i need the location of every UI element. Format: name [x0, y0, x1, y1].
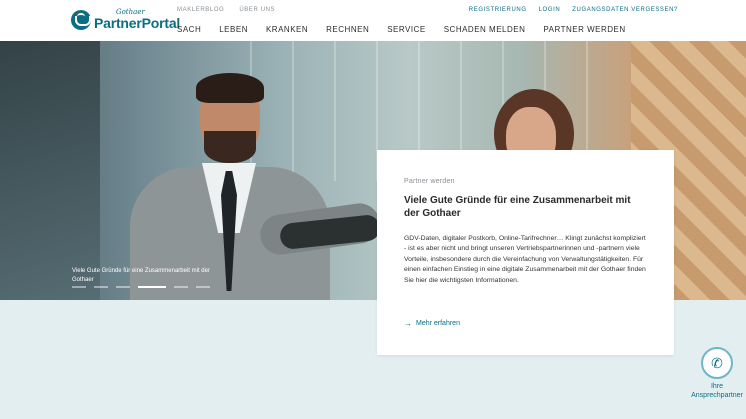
- slider-pagination: [72, 286, 210, 288]
- hero-photo-man: [90, 59, 383, 300]
- login-link[interactable]: LOGIN: [539, 7, 561, 13]
- nav-item-sach[interactable]: SACH: [177, 25, 201, 34]
- nav-item-rechnen[interactable]: RECHNEN: [326, 25, 369, 34]
- registrierung-link[interactable]: REGISTRIERUNG: [469, 7, 527, 13]
- slider-dot[interactable]: [174, 286, 188, 288]
- meta-nav-maklerblog[interactable]: MAKLERBLOG: [177, 7, 224, 13]
- arrow-right-icon: →: [404, 319, 412, 328]
- gothaer-logo-icon: [71, 9, 91, 30]
- contact-label-line1: Ihre: [710, 383, 724, 390]
- slider-dot[interactable]: [116, 286, 130, 288]
- card-body: GDV-Daten, digitaler Postkorb, Online-Ta…: [404, 235, 646, 284]
- meta-nav: MAKLERBLOG ÜBER UNS: [177, 7, 275, 13]
- man-hair: [196, 73, 264, 103]
- slider-dot[interactable]: [138, 286, 166, 288]
- mehr-erfahren-label: Mehr erfahren: [416, 320, 460, 327]
- main-nav: SACH LEBEN KRANKEN RECHNEN SERVICE SCHAD…: [177, 25, 626, 34]
- contact-widget[interactable]: ✆ Ihre Ansprechpartner: [688, 347, 746, 400]
- utility-nav: REGISTRIERUNG LOGIN ZUGANGSDATEN VERGESS…: [469, 7, 678, 13]
- card-eyebrow: Partner werden: [404, 178, 455, 185]
- brand-name: PartnerPortal: [94, 15, 181, 31]
- hero-bg-glass: [0, 41, 100, 300]
- brand-wordmark: Gothaer PartnerPortal: [94, 9, 181, 31]
- nav-item-service[interactable]: SERVICE: [387, 25, 425, 34]
- meta-nav-ueber-uns[interactable]: ÜBER UNS: [239, 7, 275, 13]
- nav-item-partner-werden[interactable]: PARTNER WERDEN: [543, 25, 625, 34]
- teaser-card: Partner werden Viele Gute Gründe für ein…: [377, 150, 674, 355]
- contact-button[interactable]: ✆: [701, 347, 733, 379]
- zugangsdaten-vergessen-link[interactable]: ZUGANGSDATEN VERGESSEN?: [572, 7, 678, 13]
- slider-dot[interactable]: [94, 286, 108, 288]
- slider-dot[interactable]: [72, 286, 86, 288]
- card-title: Viele Gute Gründe für eine Zusammenarbei…: [404, 195, 631, 219]
- phone-icon: ✆: [711, 355, 723, 371]
- man-beard: [204, 131, 256, 163]
- mehr-erfahren-link[interactable]: → Mehr erfahren: [404, 319, 460, 328]
- contact-label-line2: Ansprechpartner: [691, 392, 743, 399]
- site-header: Gothaer PartnerPortal MAKLERBLOG ÜBER UN…: [0, 0, 746, 41]
- slider-dot[interactable]: [196, 286, 210, 288]
- hero-caption[interactable]: Viele Gute Gründe für eine Zusammenarbei…: [72, 267, 222, 285]
- nav-item-schaden-melden[interactable]: SCHADEN MELDEN: [444, 25, 526, 34]
- nav-item-kranken[interactable]: KRANKEN: [266, 25, 308, 34]
- brand-logo[interactable]: Gothaer PartnerPortal: [71, 9, 180, 30]
- nav-item-leben[interactable]: LEBEN: [219, 25, 248, 34]
